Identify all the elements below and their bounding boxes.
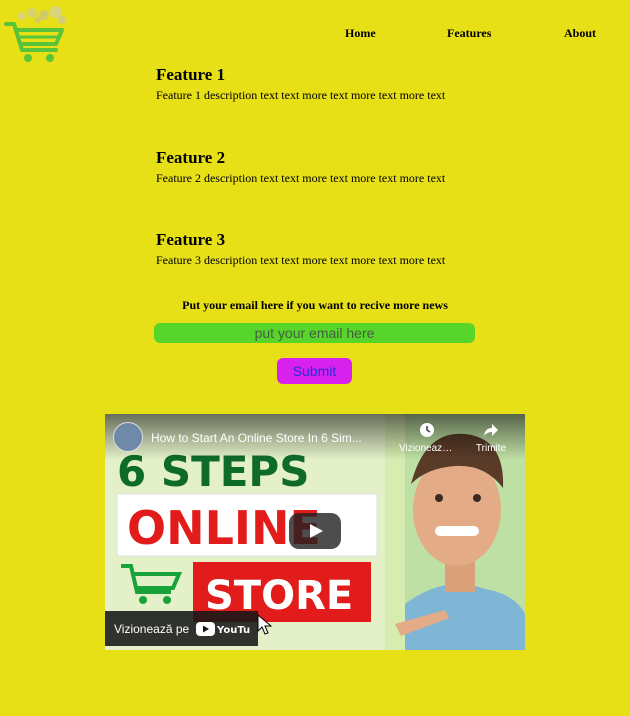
feature-title: Feature 2: [156, 147, 226, 167]
watch-later-label: Vizionează...: [399, 443, 455, 454]
top-navigation: Home Features About: [0, 26, 630, 42]
video-title[interactable]: How to Start An Online Store In 6 Sim...: [151, 431, 387, 445]
watch-on-label: Vizionează pe: [114, 622, 190, 636]
nav-about-link[interactable]: About: [564, 26, 596, 41]
submit-button[interactable]: Submit: [277, 358, 352, 384]
feature-description: Feature 3 description text text more tex…: [156, 253, 446, 267]
feature-description: Feature 2 description text text more tex…: [156, 170, 446, 185]
feature-title: Feature 3: [156, 230, 226, 249]
features-section: Feature 1 Feature 1 description text tex…: [156, 64, 516, 312]
feature-item: Feature 1 Feature 1 description text tex…: [156, 64, 516, 147]
channel-avatar[interactable]: [113, 422, 143, 452]
nav-features-link[interactable]: Features: [447, 26, 491, 41]
email-input[interactable]: [154, 323, 475, 343]
newsletter-label: Put your email here if you want to reciv…: [182, 298, 448, 312]
youtube-logo-icon: YouTube: [196, 622, 250, 636]
share-arrow-icon: [484, 424, 498, 436]
play-button[interactable]: [289, 513, 341, 549]
watch-later-button[interactable]: Vizionează...: [399, 422, 455, 454]
youtube-video-embed[interactable]: 6 STEPS ONLINE STORE How to Start An Onl…: [105, 414, 525, 650]
feature-description: Feature 1 description text text more tex…: [156, 88, 446, 102]
mouse-cursor-icon: [257, 614, 273, 635]
youtube-logo-text: YouTube: [216, 625, 250, 636]
feature-title: Feature 1: [156, 65, 226, 84]
nav-home-link[interactable]: Home: [345, 26, 376, 41]
share-label: Trimite: [475, 443, 507, 454]
watch-on-youtube-button[interactable]: Vizionează pe YouTube: [105, 611, 258, 646]
clock-icon: [420, 423, 434, 437]
share-button[interactable]: Trimite: [463, 422, 519, 454]
feature-item: Feature 2 Feature 2 description text tex…: [156, 147, 516, 230]
